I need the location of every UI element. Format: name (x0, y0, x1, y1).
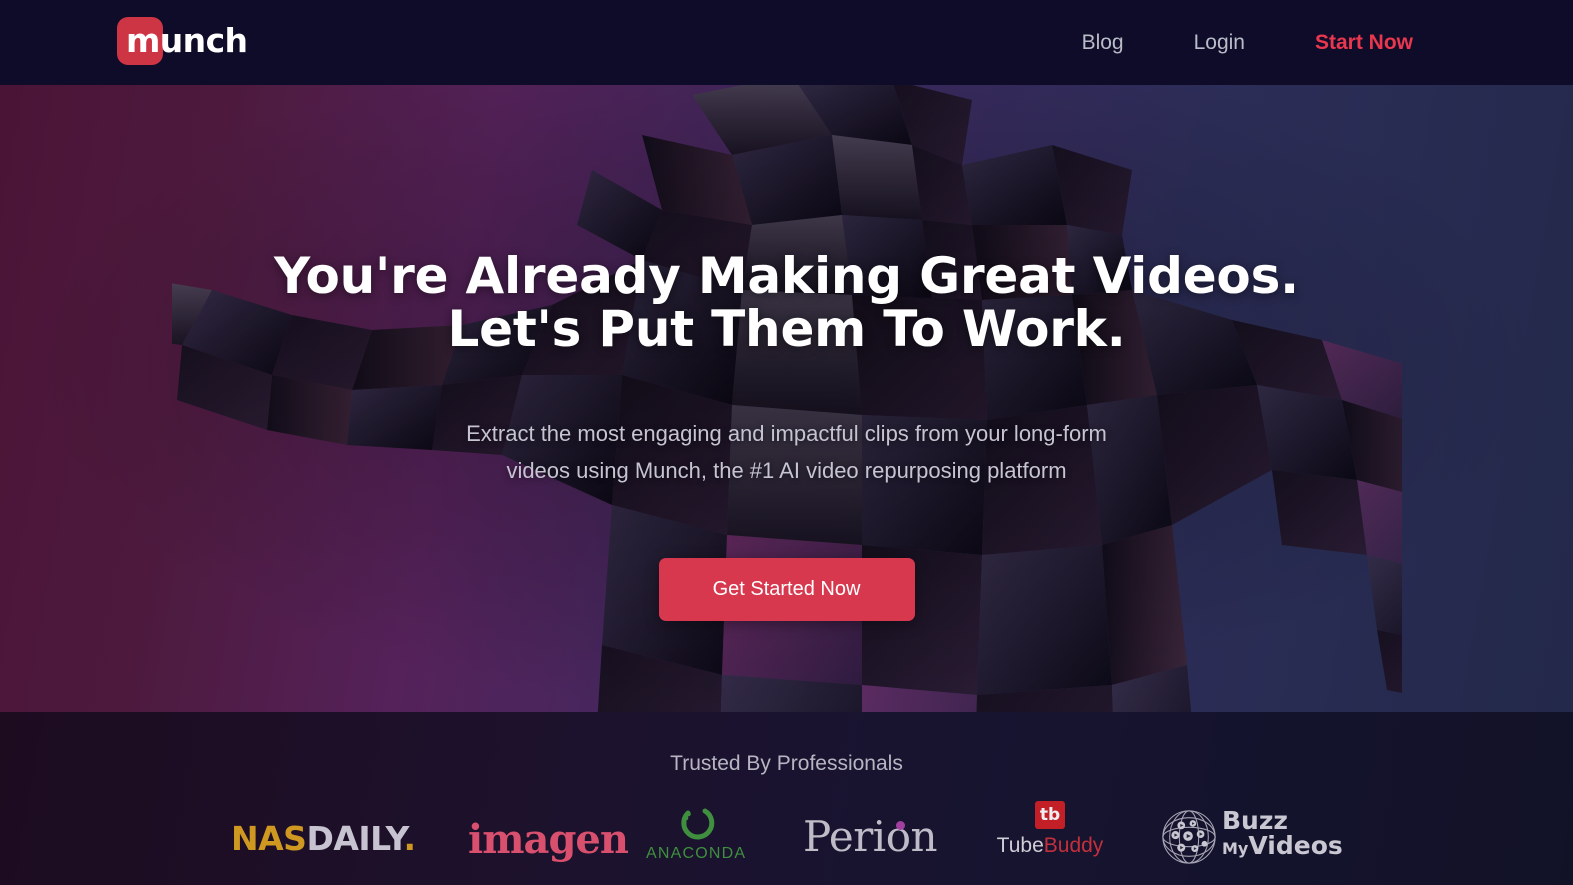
brand-logo-row: NASDAILY. imagen ANACONDA Perion tb Tube… (0, 801, 1573, 885)
tubebuddy-mark-icon: tb (1035, 801, 1065, 829)
nav-item-login[interactable]: Login (1159, 0, 1280, 85)
hero-content: You're Already Making Great Videos. Let'… (0, 85, 1573, 712)
get-started-button[interactable]: Get Started Now (658, 558, 915, 621)
hero-subhead: Extract the most engaging and impactful … (0, 415, 1573, 489)
munch-logo-text: munch (126, 21, 248, 60)
anaconda-snake-icon (681, 808, 715, 840)
perion-wordmark: Perion (803, 812, 938, 861)
nav-item-blog[interactable]: Blog (1047, 0, 1159, 85)
nasdaily-part2: DAILY (306, 819, 404, 858)
hero-headline-line1: You're Already Making Great Videos. (274, 247, 1299, 305)
buzz-part3: Videos (1248, 831, 1343, 860)
brand-logo-anaconda: ANACONDA (646, 804, 746, 874)
nasdaily-dot: . (403, 819, 416, 858)
buzz-part1: Buzz (1222, 806, 1288, 835)
perion-dot-icon (896, 821, 905, 830)
nasdaily-part1: NAS (231, 819, 307, 858)
hero-subhead-line1: Extract the most engaging and impactful … (466, 421, 1107, 446)
tubebuddy-part1: Tube (996, 834, 1044, 857)
main-nav: Blog Login Start Now (1047, 0, 1413, 85)
landing-page: munch Blog Login Start Now You're Alread… (0, 0, 1573, 885)
buzz-part2: My (1222, 839, 1249, 858)
buzzmyvideos-wordmark: Buzz MyVideos (1222, 808, 1343, 861)
munch-logo[interactable]: munch (117, 14, 248, 66)
buzz-row2: MyVideos (1222, 833, 1343, 861)
brand-logo-imagen: imagen (468, 816, 629, 863)
hero-section: You're Already Making Great Videos. Let'… (0, 85, 1573, 712)
brand-logo-nasdaily: NASDAILY. (231, 819, 416, 885)
tubebuddy-wordmark: TubeBuddy (995, 834, 1105, 858)
tubebuddy-monogram: tb (1039, 805, 1061, 825)
brand-logo-perion: Perion (803, 812, 938, 882)
anaconda-wordmark: ANACONDA (646, 845, 747, 862)
tubebuddy-part2: Buddy (1043, 834, 1104, 857)
trusted-by-title: Trusted By Professionals (670, 752, 903, 775)
hero-subhead-line2: videos using Munch, the #1 AI video repu… (506, 458, 1067, 483)
hero-headline: You're Already Making Great Videos. Let'… (0, 250, 1573, 355)
brand-logo-buzzmyvideos: Buzz MyVideos (1160, 802, 1343, 872)
brand-logo-tubebuddy: tb TubeBuddy (995, 801, 1105, 871)
nav-item-start-now[interactable]: Start Now (1280, 0, 1413, 85)
trusted-by-section: Trusted By Professionals NASDAILY. image… (0, 712, 1573, 885)
site-header: munch Blog Login Start Now (0, 0, 1573, 85)
hero-headline-line2: Let's Put Them To Work. (447, 300, 1126, 358)
buzzmyvideos-sphere-icon (1162, 810, 1216, 864)
